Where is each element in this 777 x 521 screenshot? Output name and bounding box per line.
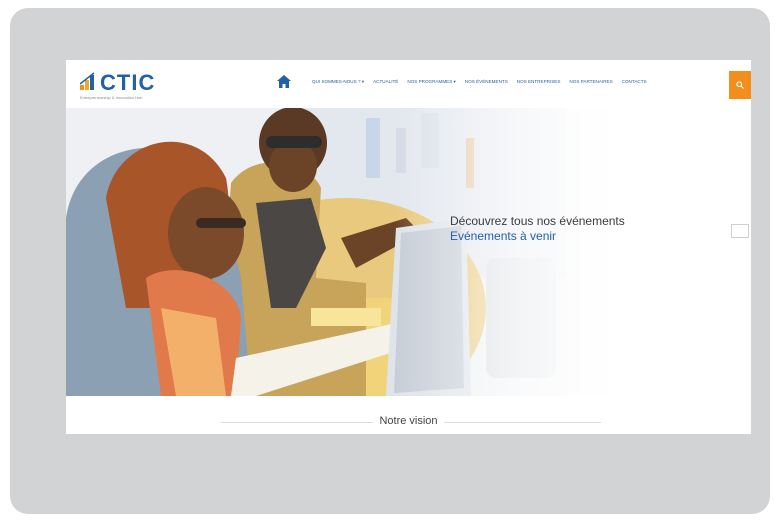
main-menu: Qui sommes-nous ? ▾ Actualité Nos progra… <box>312 79 647 85</box>
screenshot-frame: CTIC Entrepreneurship & Innovation Hub Q… <box>10 8 770 514</box>
vision-label: Notre vision <box>373 415 444 427</box>
home-icon[interactable] <box>277 75 291 88</box>
logo[interactable]: CTIC Entrepreneurship & Innovation Hub <box>80 70 170 100</box>
logo-tagline: Entrepreneurship & Innovation Hub <box>80 95 143 100</box>
search-icon <box>736 81 744 89</box>
hero-title: Découvrez tous nos événements <box>450 214 625 228</box>
top-navbar: CTIC Entrepreneurship & Innovation Hub Q… <box>66 60 751 108</box>
menu-item-qui-sommes-nous[interactable]: Qui sommes-nous ? ▾ <box>312 79 364 85</box>
website-viewport: CTIC Entrepreneurship & Innovation Hub Q… <box>66 60 751 434</box>
hero-events-link[interactable]: Evénements à venir <box>450 229 556 243</box>
logo-text: CTIC <box>100 70 156 95</box>
menu-item-nos-entreprises[interactable]: Nos entreprises <box>517 79 561 85</box>
section-title-vision: Notre vision <box>66 415 751 427</box>
hero-banner: Découvrez tous nos événements Evénements… <box>66 108 751 396</box>
menu-item-nos-evenements[interactable]: Nos événements <box>465 79 508 85</box>
menu-item-nos-programmes[interactable]: Nos programmes ▾ <box>407 79 456 85</box>
menu-item-contacts[interactable]: Contacts <box>622 79 647 85</box>
slider-next-button[interactable] <box>731 224 749 238</box>
hero-fade-overlay <box>66 108 751 396</box>
menu-item-nos-partenaires[interactable]: Nos partenaires <box>569 79 612 85</box>
menu-item-actualite[interactable]: Actualité <box>373 79 398 85</box>
search-button[interactable] <box>729 71 751 99</box>
logo-bars-icon <box>80 72 95 90</box>
